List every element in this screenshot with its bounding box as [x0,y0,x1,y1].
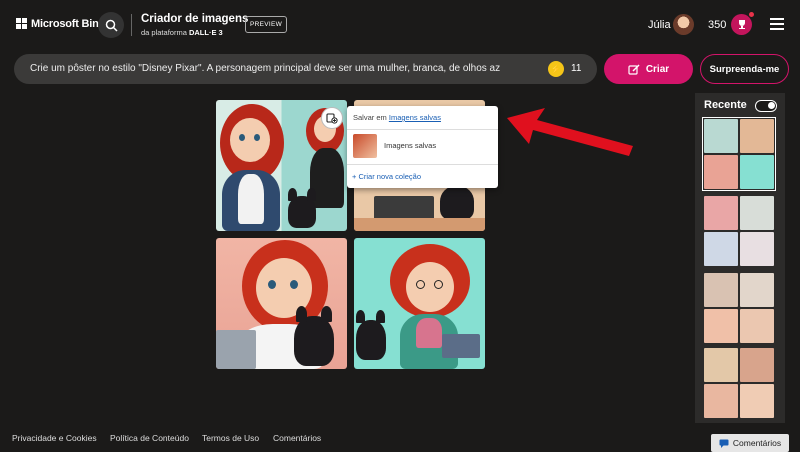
create-icon [628,63,640,75]
boost-count: 11 [571,63,582,74]
recent-label: Recente [704,99,747,111]
save-image-button[interactable] [321,107,343,129]
saved-images-link[interactable]: Imagens salvas [389,113,441,122]
recent-item-1[interactable] [702,117,776,191]
recent-toggle[interactable] [755,100,777,112]
notification-dot [749,12,754,17]
save-menu-header: Salvar em Imagens salvas [353,113,441,122]
recent-item-2[interactable] [704,196,774,266]
microsoft-logo-icon[interactable] [16,18,27,29]
comment-icon [719,439,729,448]
annotation-arrow-icon [507,108,633,156]
search-button[interactable] [98,12,124,38]
collection-thumbnail[interactable] [353,134,377,158]
recent-item-4[interactable] [704,348,774,418]
app-title[interactable]: Criador de imagens [141,13,248,25]
top-bar: Microsoft Bing Criador de imagens da pla… [0,0,800,50]
prompt-input[interactable]: Crie um pôster no estilo "Disney Pixar".… [14,54,597,84]
terms-link[interactable]: Termos de Uso [202,433,259,443]
create-new-collection-button[interactable]: + Criar nova coleção [352,172,421,181]
search-icon [105,19,118,32]
boost-icon[interactable]: ⚡ [548,61,564,77]
preview-badge: PREVIEW [245,16,287,33]
brand-name[interactable]: Microsoft Bing [31,18,105,30]
footer: Privacidade e Cookies Política de Conteú… [0,430,800,450]
generated-image-3[interactable] [216,238,347,369]
divider [347,129,498,130]
recent-panel: Recente [695,93,785,423]
menu-icon[interactable] [770,18,784,30]
recent-item-3[interactable] [704,273,774,343]
header-divider [131,14,132,36]
create-button[interactable]: Criar [604,54,693,84]
app-subtitle: da plataforma DALL·E 3 [141,28,223,37]
save-collection-menu: Salvar em Imagens salvas Imagens salvas … [347,106,498,188]
save-collection-icon [326,113,338,124]
rewards-icon[interactable] [731,14,752,35]
feedback-button[interactable]: Comentários [711,434,789,452]
surprise-button[interactable]: Surpreenda-me [700,54,789,84]
rewards-points[interactable]: 350 [708,19,726,31]
content-policy-link[interactable]: Política de Conteúdo [110,433,189,443]
create-label: Criar [645,63,670,75]
divider [347,164,498,165]
user-name[interactable]: Júlia [648,19,671,31]
avatar[interactable] [673,14,694,35]
generated-image-4[interactable] [354,238,485,369]
privacy-link[interactable]: Privacidade e Cookies [12,433,97,443]
prompt-text[interactable]: Crie um pôster no estilo "Disney Pixar".… [30,63,530,74]
comments-link[interactable]: Comentários [273,433,321,443]
collection-item-saved-images[interactable]: Imagens salvas [384,141,436,150]
